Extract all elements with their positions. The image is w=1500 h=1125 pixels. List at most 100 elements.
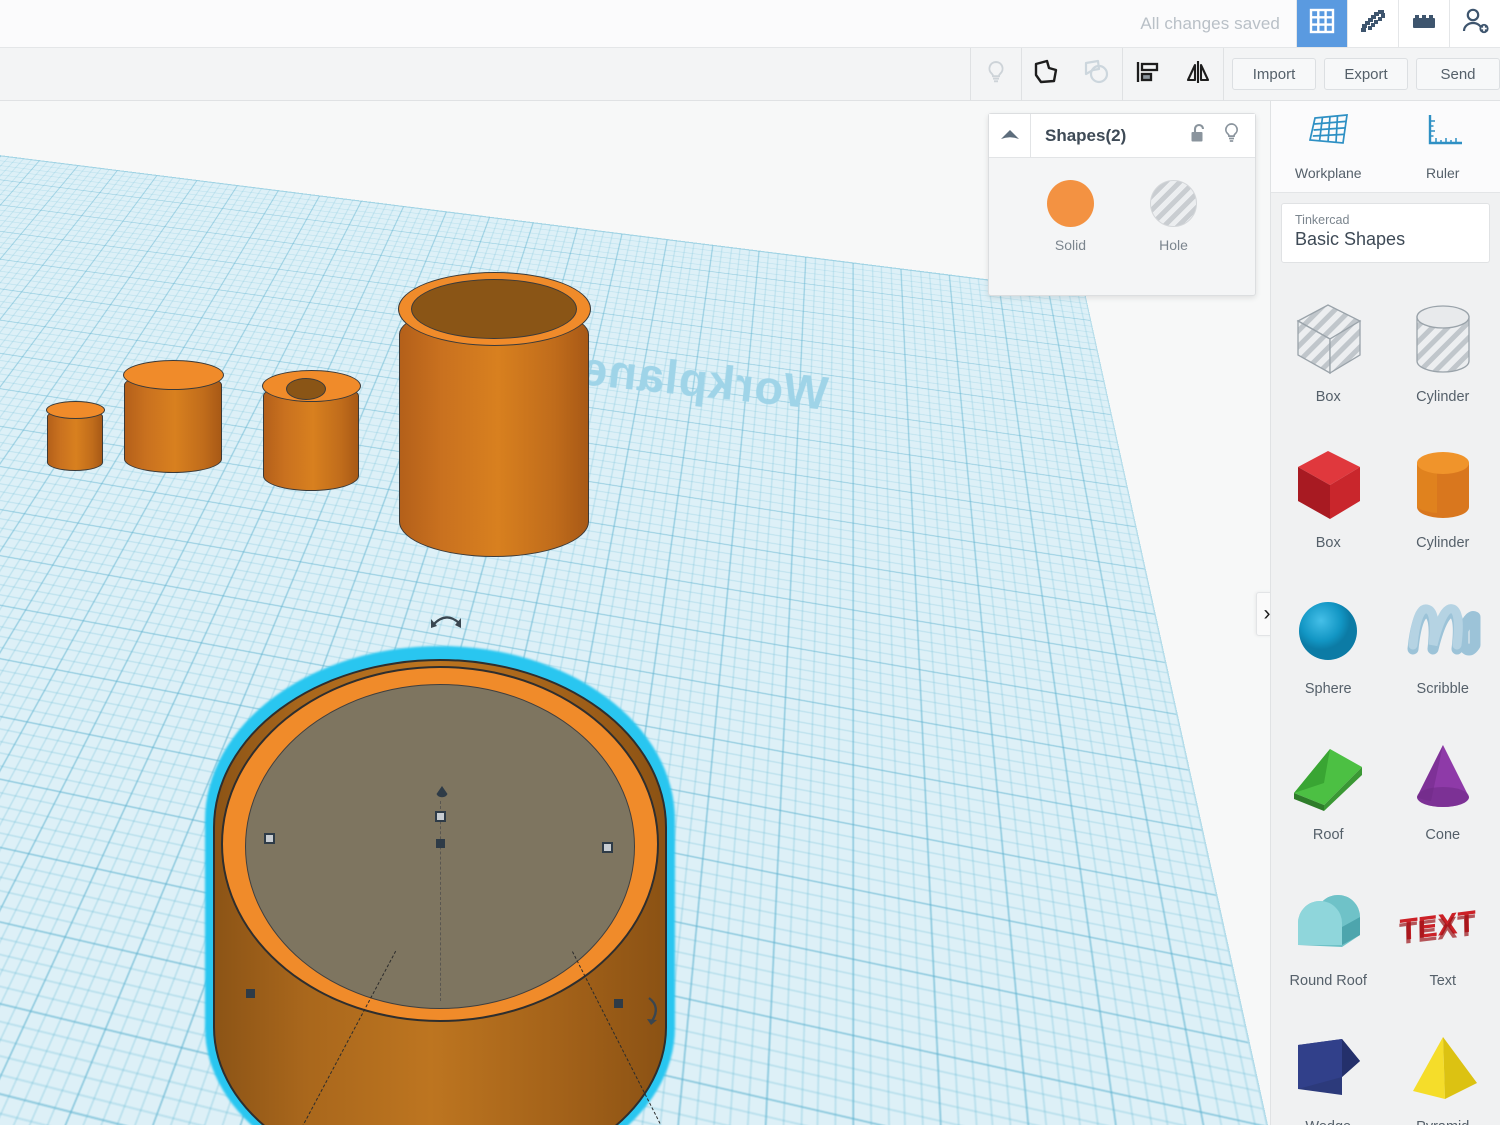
box-icon — [1280, 437, 1376, 533]
shape-item-cylinder-orange[interactable]: Cylinder — [1386, 423, 1500, 569]
triangle-up-icon — [1000, 127, 1020, 145]
scribble-icon — [1395, 583, 1491, 679]
cylinder-hole — [286, 378, 326, 400]
shape-item-round-roof[interactable]: Round Roof — [1271, 861, 1386, 1007]
ruler-icon — [1422, 112, 1464, 157]
ungroup-icon — [1082, 57, 1112, 92]
shape-item-sphere[interactable]: Sphere — [1271, 569, 1386, 715]
scale-handle-bottom-left[interactable] — [246, 989, 255, 998]
cylinder-medium-hollow[interactable] — [261, 370, 361, 491]
cylinder-hole — [411, 279, 577, 339]
shapes-panel-body: Solid Hole — [989, 158, 1255, 253]
shape-item-text[interactable]: TEXT TEXT Text — [1386, 861, 1500, 1007]
shapes-panel: Shapes(2) Solid Hole — [988, 113, 1256, 296]
shape-item-box-hole[interactable]: Box — [1271, 277, 1386, 423]
shape-label: Sphere — [1304, 681, 1352, 697]
ruler-tool-label: Ruler — [1426, 165, 1460, 181]
hole-swatch — [1150, 180, 1197, 227]
solid-swatch — [1047, 180, 1094, 227]
cylinder-top — [122, 360, 224, 390]
shape-library-select[interactable]: Tinkercad Basic Shapes — [1281, 203, 1490, 263]
export-button[interactable]: Export — [1324, 58, 1408, 90]
align-button[interactable] — [1123, 48, 1173, 101]
shape-item-pyramid[interactable]: Pyramid — [1386, 1007, 1500, 1125]
shape-item-cone[interactable]: Cone — [1386, 715, 1500, 861]
solid-option[interactable]: Solid — [1047, 180, 1094, 253]
tinkercad-app: All changes saved Import Export Send Wor… — [0, 0, 1500, 1125]
mirror-button[interactable] — [1173, 48, 1223, 101]
shape-label: Pyramid — [1416, 1119, 1469, 1125]
scale-handle-bottom-right[interactable] — [614, 999, 623, 1008]
top-bar: All changes saved — [0, 0, 1500, 48]
cone-icon — [1395, 729, 1491, 825]
workplane-icon — [1305, 112, 1351, 157]
lego-brick-icon — [1410, 7, 1438, 40]
cylinder-large-hollow[interactable] — [397, 272, 591, 557]
shape-label: Roof — [1312, 827, 1344, 843]
group-button[interactable] — [1022, 48, 1072, 101]
box-hole-icon — [1280, 291, 1376, 387]
round-roof-icon — [1280, 875, 1376, 971]
toolbar-divider — [1223, 47, 1224, 101]
cylinder-hole-icon — [1395, 291, 1491, 387]
shape-gallery: Box Cylinder Box Cylinder Sphere Scribbl… — [1271, 277, 1500, 1125]
unlocked-padlock-icon[interactable] — [1190, 123, 1208, 149]
invite-people-button[interactable] — [1449, 0, 1500, 47]
shapes-panel-collapse-button[interactable] — [989, 114, 1031, 157]
pickaxe-icon — [1359, 7, 1387, 40]
scale-handle-right[interactable] — [602, 842, 613, 853]
shape-item-scribble[interactable]: Scribble — [1386, 569, 1500, 715]
scale-handle-top[interactable] — [435, 811, 446, 822]
light-bulb-icon[interactable] — [1222, 122, 1241, 149]
rotate-handle-right[interactable] — [644, 995, 666, 1030]
scale-handle-left[interactable] — [264, 833, 275, 844]
shape-label: Cylinder — [1416, 389, 1470, 405]
shape-item-cylinder-hole[interactable]: Cylinder — [1386, 277, 1500, 423]
shape-label: Round Roof — [1289, 973, 1367, 989]
library-collection: Basic Shapes — [1295, 229, 1406, 249]
text-icon: TEXT TEXT — [1395, 875, 1491, 971]
center-axis — [440, 801, 441, 1001]
shape-item-box-red[interactable]: Box — [1271, 423, 1386, 569]
shape-label: Box — [1315, 389, 1341, 405]
blocks-mode-button[interactable] — [1398, 0, 1449, 47]
pyramid-icon — [1395, 1021, 1491, 1117]
minecraft-mode-button[interactable] — [1347, 0, 1398, 47]
shape-label: Scribble — [1416, 681, 1469, 697]
shape-label: Wedge — [1305, 1119, 1351, 1125]
sphere-icon — [1280, 583, 1376, 679]
light-bulb-icon — [983, 59, 1009, 90]
shapes-panel-actions — [1190, 122, 1255, 149]
align-icon — [1134, 58, 1162, 91]
edit-toolbar: Import Export Send — [0, 47, 1500, 101]
workplane-tool-label: Workplane — [1294, 165, 1362, 181]
cylinder-small-2[interactable] — [122, 360, 224, 473]
shape-label: Box — [1315, 535, 1341, 551]
height-handle-cone[interactable] — [436, 786, 448, 804]
send-button[interactable]: Send — [1416, 58, 1500, 90]
cylinder-icon — [1395, 437, 1491, 533]
grid-mode-button[interactable] — [1296, 0, 1347, 47]
group-icon — [1032, 57, 1062, 92]
ungroup-button[interactable] — [1072, 48, 1122, 101]
ruler-tool[interactable]: Ruler — [1386, 101, 1500, 192]
shapes-sidebar: Workplane Ruler Tinkercad Basic Shapes B… — [1270, 101, 1500, 1125]
workplane-tool[interactable]: Workplane — [1271, 101, 1386, 192]
import-button[interactable]: Import — [1232, 58, 1316, 90]
add-person-icon — [1460, 6, 1490, 41]
scale-handle-center[interactable] — [436, 839, 445, 848]
shape-label: Cylinder — [1416, 535, 1470, 551]
hole-option[interactable]: Hole — [1150, 180, 1197, 253]
mirror-icon — [1184, 58, 1212, 91]
grid-icon — [1308, 7, 1336, 40]
shape-item-roof[interactable]: Roof — [1271, 715, 1386, 861]
rotate-handle-top[interactable] — [430, 609, 462, 634]
cylinder-top — [45, 401, 105, 419]
cylinder-small-1[interactable] — [45, 401, 105, 471]
save-status: All changes saved — [1140, 13, 1280, 33]
hole-label: Hole — [1159, 237, 1188, 253]
shape-item-wedge[interactable]: Wedge — [1271, 1007, 1386, 1125]
light-bulb-button[interactable] — [971, 48, 1021, 101]
solid-label: Solid — [1054, 237, 1087, 253]
shape-label: Text — [1429, 973, 1457, 989]
